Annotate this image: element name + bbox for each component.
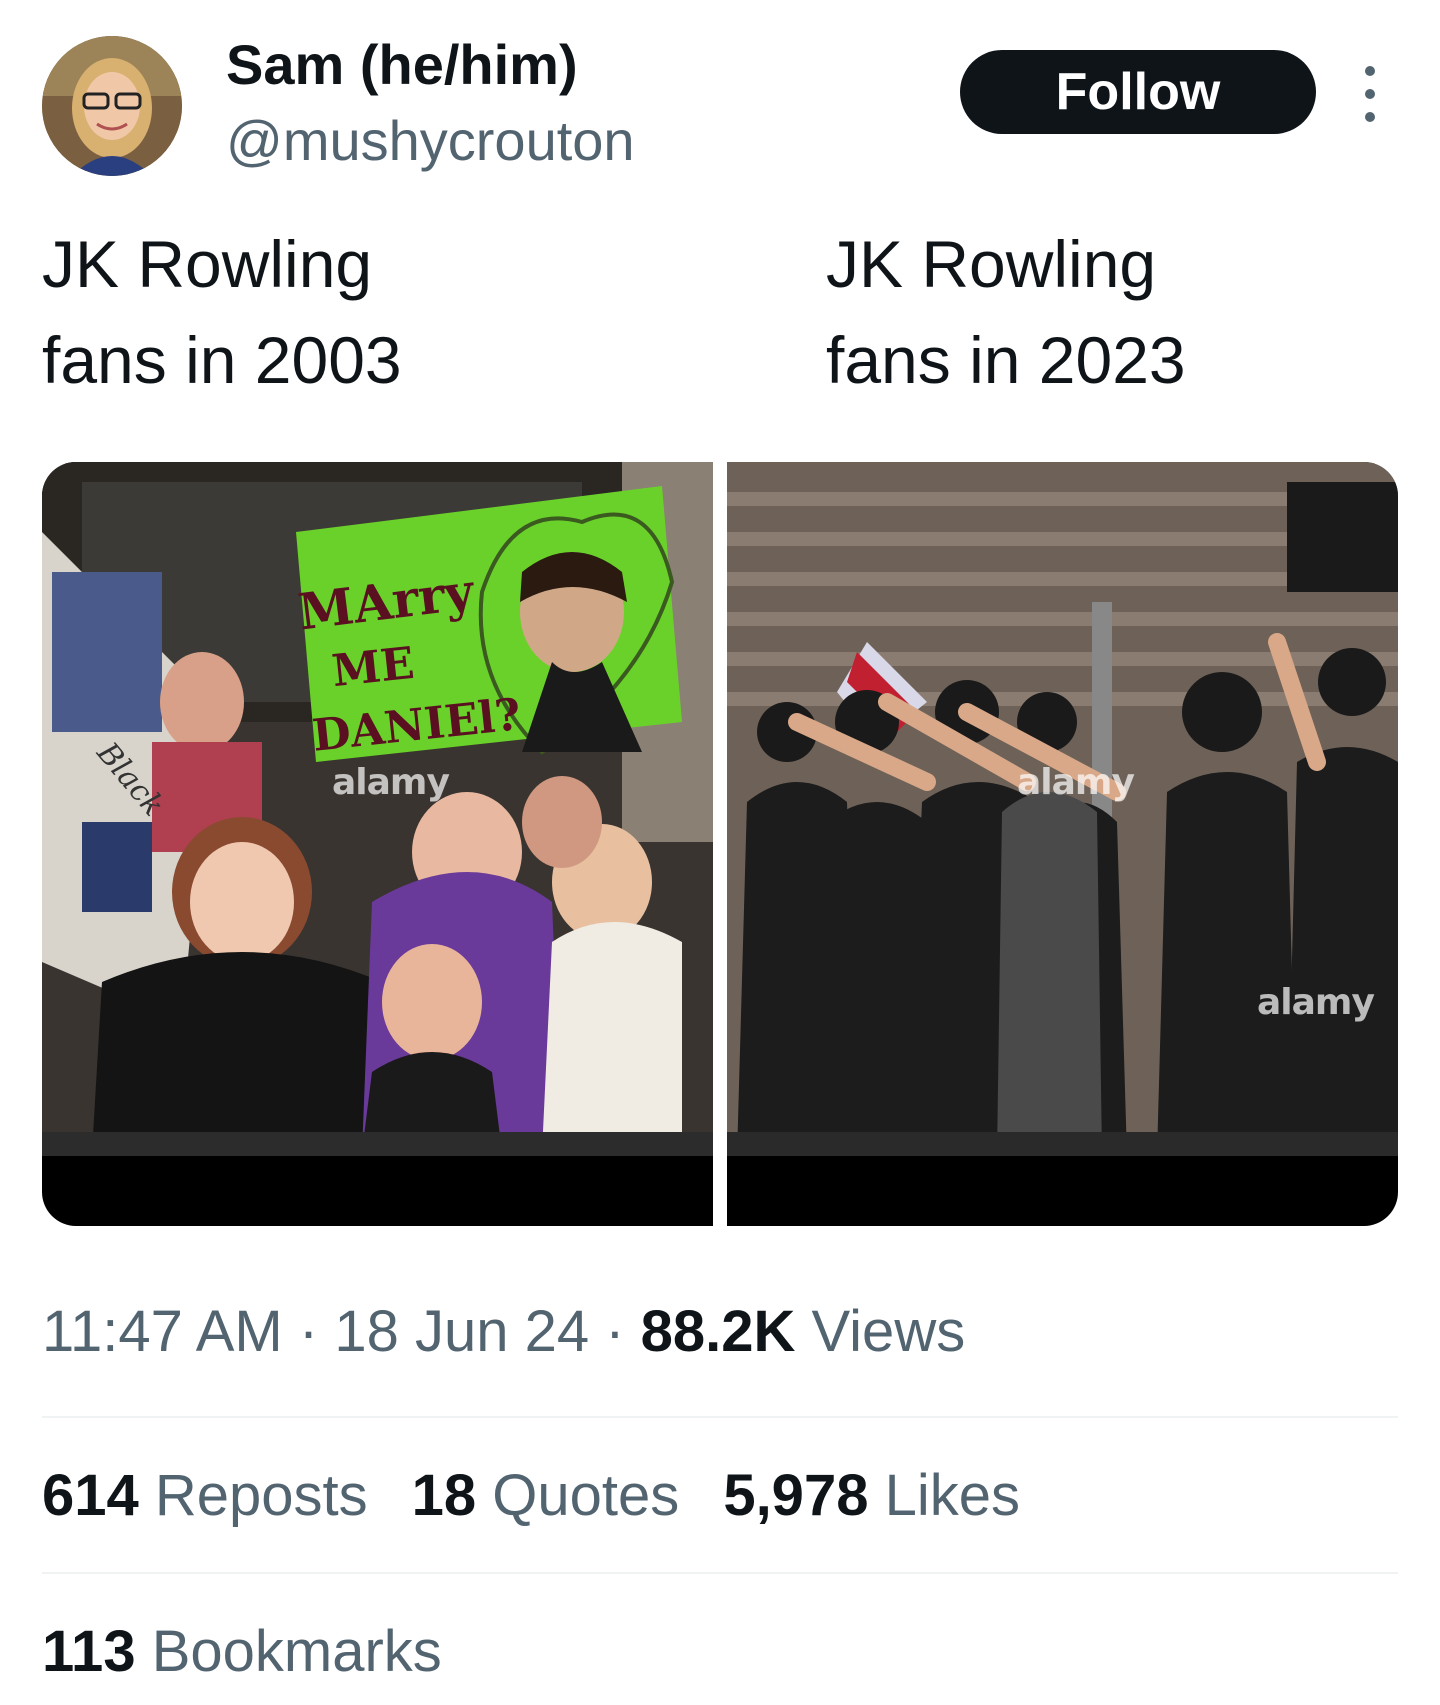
quotes-stat[interactable]: 18 Quotes (412, 1460, 680, 1532)
views-label: Views (795, 1299, 966, 1364)
tweet-text-line: fans in 2003 (42, 323, 402, 397)
watermark: alamy (1257, 982, 1375, 1023)
tweet-text-left: JK Rowling fans in 2003 (42, 216, 402, 408)
divider (42, 1572, 1398, 1574)
tweet-date[interactable]: 18 Jun 24 (334, 1299, 589, 1364)
tweet-text-line: JK Rowling (826, 227, 1157, 301)
avatar[interactable] (42, 36, 182, 176)
user-handle[interactable]: @mushycrouton (226, 106, 635, 176)
likes-label: Likes (868, 1463, 1020, 1528)
bookmarks-stat[interactable]: 113 Bookmarks (42, 1616, 442, 1688)
likes-count: 5,978 (723, 1463, 869, 1528)
display-name[interactable]: Sam (he/him) (226, 30, 578, 100)
media-photo-right[interactable]: alamy alamy (727, 462, 1398, 1226)
reposts-stat[interactable]: 614 Reposts (42, 1460, 368, 1532)
quotes-label: Quotes (476, 1463, 680, 1528)
watermark: alamy (1017, 762, 1135, 803)
engagement-stats: 614 Reposts 18 Quotes 5,978 Likes (42, 1460, 1020, 1532)
divider (42, 1416, 1398, 1418)
reposts-label: Reposts (138, 1463, 368, 1528)
bookmarks-label: Bookmarks (135, 1619, 442, 1684)
tweet-text-right: JK Rowling fans in 2023 (826, 216, 1186, 408)
watermark: alamy (332, 762, 450, 803)
tweet-text-line: fans in 2023 (826, 323, 1186, 397)
more-dot (1365, 66, 1375, 76)
media-photo-left[interactable]: MArry ME DANIEl? Black alamy (42, 462, 713, 1226)
separator: · (282, 1299, 335, 1364)
bookmarks-count: 113 (42, 1619, 136, 1684)
tweet-text-line: JK Rowling (42, 227, 373, 301)
likes-stat[interactable]: 5,978 Likes (723, 1460, 1020, 1532)
views-count: 88.2K (640, 1299, 796, 1364)
avatar-image (42, 36, 182, 176)
tweet-time[interactable]: 11:47 AM (42, 1299, 283, 1364)
protest-photo (727, 462, 1398, 1156)
media-grid: MArry ME DANIEl? Black alamy alamy alamy (42, 462, 1398, 1226)
tweet-meta: 11:47 AM · 18 Jun 24 · 88.2K Views (42, 1296, 965, 1368)
sign-text-line: ME (329, 637, 417, 698)
more-dot (1365, 89, 1375, 99)
reposts-count: 614 (42, 1463, 139, 1528)
quotes-count: 18 (411, 1463, 477, 1528)
more-dot (1365, 112, 1375, 122)
separator: · (589, 1299, 641, 1364)
more-options-icon[interactable] (1352, 66, 1388, 122)
follow-button[interactable]: Follow (960, 50, 1316, 134)
